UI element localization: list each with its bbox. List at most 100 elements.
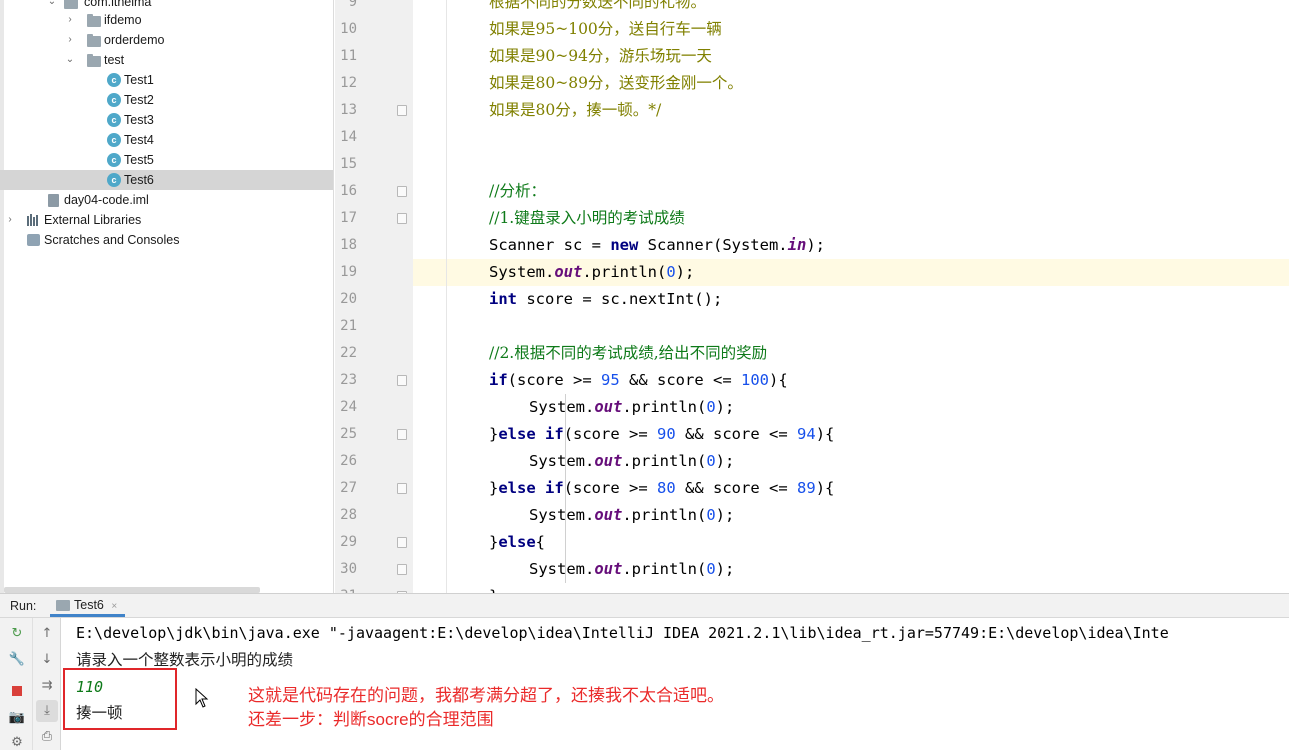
editor-gutter: 9 10 11 12 13 14 15 16 17 18 19 20 21 22 23 24 25 26 27 28 2… [335, 0, 413, 593]
code-line[interactable]: 如果是90~94分，游乐场玩一天 [413, 43, 1289, 70]
close-icon[interactable]: × [111, 601, 117, 612]
indent-guide [565, 529, 566, 556]
tree-item-label: Test6 [124, 173, 154, 187]
line-number: 22 [340, 345, 357, 361]
code-text: }else if(score >= 80 && score <= 89){ [489, 479, 835, 497]
tree-item-test5[interactable]: c Test5 [0, 150, 333, 170]
code-line[interactable]: System.out.println(0); [413, 394, 1289, 421]
code-line[interactable]: }else if(score >= 80 && score <= 89){ [413, 475, 1289, 502]
code-line[interactable]: System.out.println(0); [413, 556, 1289, 583]
tab-label: Test6 [74, 598, 104, 612]
line-number: 10 [340, 21, 357, 37]
scroll-to-end-icon[interactable]: ⤓ [36, 700, 58, 722]
rerun-icon[interactable]: ↻ [6, 623, 28, 645]
code-line[interactable]: 根据不同的分数送不同的礼物。 [413, 0, 1289, 16]
stop-icon[interactable] [6, 680, 28, 702]
line-number: 23 [340, 372, 357, 388]
fold-marker-icon[interactable] [397, 213, 407, 224]
line-number: 24 [340, 399, 357, 415]
tree-item-module-file[interactable]: day04-code.iml [0, 190, 333, 210]
gutter-line: 14 [335, 124, 413, 151]
line-number: 31 [335, 583, 357, 593]
tree-item-test1[interactable]: c Test1 [0, 70, 333, 90]
code-line[interactable]: System.out.println(0); [413, 259, 1289, 286]
chevron-right-icon[interactable]: › [64, 30, 76, 50]
chevron-right-icon[interactable]: › [4, 210, 16, 230]
tree-item-scratches[interactable]: Scratches and Consoles [0, 230, 333, 250]
settings-icon[interactable]: ⚙ [6, 732, 28, 750]
line-number: 12 [340, 75, 357, 91]
gutter-line: 27 [335, 475, 413, 502]
line-number: 27 [340, 480, 357, 496]
code-text: 根据不同的分数送不同的礼物。 [489, 0, 707, 11]
line-number: 11 [340, 48, 357, 64]
tree-item-test3[interactable]: c Test3 [0, 110, 333, 130]
gutter-line: 10 [335, 16, 413, 43]
line-number: 29 [340, 534, 357, 550]
code-text: System.out.println(0); [529, 398, 735, 416]
soft-wrap-icon[interactable]: ⇉ [36, 675, 58, 697]
project-tree-panel: ⌄ com.itheima › ifdemo › orderdemo ⌄ tes… [0, 0, 334, 593]
fold-marker-icon[interactable] [397, 105, 407, 116]
package-folder-icon [87, 54, 101, 67]
tree-item-label: Test1 [124, 73, 154, 87]
gutter-line: 22 [335, 340, 413, 367]
arrow-down-icon[interactable]: ↓ [36, 649, 58, 671]
code-line[interactable]: 如果是95~100分，送自行车一辆 [413, 16, 1289, 43]
code-line[interactable]: System.out.println(0); [413, 448, 1289, 475]
fold-marker-icon[interactable] [397, 564, 407, 575]
camera-icon[interactable]: 📷 [6, 707, 28, 729]
code-line[interactable] [413, 124, 1289, 151]
tree-item-label: Test2 [124, 93, 154, 107]
code-line[interactable]: int score = sc.nextInt(); [413, 286, 1289, 313]
code-line[interactable]: 如果是80~89分，送变形金刚一个。 [413, 70, 1289, 97]
tree-item-test[interactable]: ⌄ test [0, 50, 333, 70]
chevron-right-icon[interactable]: › [64, 10, 76, 30]
code-line[interactable]: //1.键盘录入小明的考试成绩 [413, 205, 1289, 232]
gutter-line: 18 [335, 232, 413, 259]
wrench-icon[interactable]: 🔧 [6, 649, 28, 671]
tree-item-label: day04-code.iml [64, 193, 149, 207]
tab-test6[interactable]: Test6 × [50, 596, 126, 617]
code-line[interactable]: }else if(score >= 90 && score <= 94){ [413, 421, 1289, 448]
line-number: 21 [340, 318, 357, 334]
tree-item-label: Test5 [124, 153, 154, 167]
code-text: //2.根据不同的考试成绩,给出不同的奖励 [489, 344, 768, 362]
code-line[interactable] [413, 151, 1289, 178]
arrow-up-icon[interactable]: ↑ [36, 623, 58, 645]
run-toolbar-right: ↑ ↓ ⇉ ⤓ ⎙ [33, 618, 61, 750]
gutter-line: 31 [335, 583, 413, 593]
code-line[interactable]: }else{ [413, 529, 1289, 556]
tree-item-test4[interactable]: c Test4 [0, 130, 333, 150]
fold-marker-icon[interactable] [397, 429, 407, 440]
console-output[interactable]: E:\develop\jdk\bin\java.exe "-javaagent:… [62, 618, 1289, 750]
code-line[interactable]: } [413, 583, 1289, 593]
java-class-icon: c [107, 133, 121, 147]
tree-item-orderdemo[interactable]: › orderdemo [0, 30, 333, 50]
code-line[interactable]: System.out.println(0); [413, 502, 1289, 529]
console-command-line: E:\develop\jdk\bin\java.exe "-javaagent:… [76, 624, 1169, 642]
code-line[interactable]: if(score >= 95 && score <= 100){ [413, 367, 1289, 394]
gutter-line: 30 [335, 556, 413, 583]
code-line[interactable]: 如果是80分，揍一顿。*/ [413, 97, 1289, 124]
fold-marker-icon[interactable] [397, 483, 407, 494]
gutter-line: 9 [335, 0, 413, 16]
tree-item-test2[interactable]: c Test2 [0, 90, 333, 110]
print-icon[interactable]: ⎙ [36, 726, 58, 748]
tree-item-test6[interactable]: c Test6 [0, 170, 333, 190]
code-line[interactable] [413, 313, 1289, 340]
chevron-down-icon[interactable]: ⌄ [64, 50, 76, 70]
code-line[interactable]: Scanner sc = new Scanner(System.in); [413, 232, 1289, 259]
code-text: int score = sc.nextInt(); [489, 290, 723, 308]
code-editor[interactable]: 9 10 11 12 13 14 15 16 17 18 19 20 21 22 23 24 25 26 27 28 2… [335, 0, 1289, 593]
fold-marker-icon[interactable] [397, 186, 407, 197]
code-line[interactable]: //分析： [413, 178, 1289, 205]
code-line[interactable]: //2.根据不同的考试成绩,给出不同的奖励 [413, 340, 1289, 367]
fold-marker-icon[interactable] [397, 537, 407, 548]
tree-item-external-libraries[interactable]: › External Libraries [0, 210, 333, 230]
line-number: 18 [340, 237, 357, 253]
run-toolbar-left: ↻ 🔧 📷 ⚙ [0, 618, 33, 750]
red-highlight-box [63, 668, 177, 730]
tree-item-ifdemo[interactable]: › ifdemo [0, 10, 333, 30]
fold-marker-icon[interactable] [397, 375, 407, 386]
